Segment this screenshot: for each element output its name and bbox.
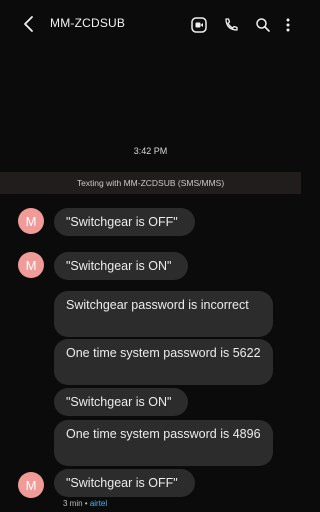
message-bubble[interactable]: Switchgear password is incorrect: [54, 291, 273, 337]
back-arrow-icon[interactable]: [22, 14, 36, 34]
more-vert-icon[interactable]: [279, 12, 297, 38]
carrier-label: airtel: [89, 499, 108, 508]
message-time: 3 min: [63, 499, 83, 508]
avatar[interactable]: M: [18, 208, 44, 234]
meta-separator: •: [82, 499, 90, 508]
header-actions: [183, 12, 297, 38]
video-call-icon[interactable]: [183, 12, 215, 38]
date-timestamp: 3:42 PM: [133, 146, 168, 156]
search-icon[interactable]: [247, 12, 279, 38]
app-bar: MM-ZCDSUB: [0, 0, 301, 50]
message-meta: 3 min • airtel: [63, 499, 107, 508]
avatar[interactable]: M: [18, 252, 44, 278]
info-bar: Texting with MM-ZCDSUB (SMS/MMS): [0, 172, 301, 194]
avatar[interactable]: M: [18, 472, 44, 498]
message-bubble[interactable]: "Switchgear is ON": [54, 252, 188, 280]
message-bubble[interactable]: One time system password is 4896: [54, 420, 273, 466]
message-bubble[interactable]: "Switchgear is OFF": [54, 208, 195, 236]
phone-icon[interactable]: [215, 12, 247, 38]
message-bubble[interactable]: "Switchgear is OFF": [54, 469, 195, 497]
message-bubble[interactable]: One time system password is 5622: [54, 339, 273, 385]
conversation-title[interactable]: MM-ZCDSUB: [50, 16, 125, 30]
message-bubble[interactable]: "Switchgear is ON": [54, 388, 188, 416]
